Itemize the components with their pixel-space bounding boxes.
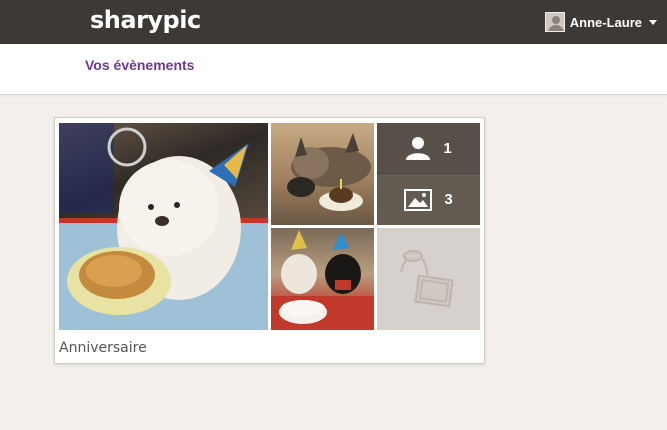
event-title[interactable]: Anniversaire: [59, 340, 147, 356]
user-menu[interactable]: Anne-Laure: [544, 10, 657, 34]
cat-birthday-photo-art: [287, 133, 371, 211]
event-stats: 1 3: [377, 123, 480, 225]
event-card[interactable]: 1 3 Anniversaire: [54, 117, 485, 364]
avatar: [544, 12, 565, 32]
participants-count: 1: [443, 139, 452, 157]
chevron-down-icon[interactable]: [649, 19, 657, 25]
participants-stat: 1: [377, 123, 480, 174]
sub-header: Vos évènements: [0, 44, 667, 95]
user-icon: [406, 137, 431, 160]
dogs-cake-photo-art: [271, 230, 374, 330]
empty-photo-placeholder: [377, 228, 480, 330]
events-link[interactable]: Vos évènements: [85, 57, 194, 73]
dog-birthday-photo-art: [59, 123, 268, 330]
cat-birthday-photo[interactable]: [271, 123, 374, 225]
user-name[interactable]: Anne-Laure: [570, 15, 642, 30]
cherry-photo-icon: [400, 250, 454, 308]
photos-stat: 3: [377, 174, 480, 225]
logo[interactable]: sharypic: [90, 6, 201, 34]
dog-birthday-photo[interactable]: [59, 123, 268, 330]
photos-count: 3: [444, 191, 453, 208]
dogs-cake-photo[interactable]: [271, 228, 374, 330]
image-icon: [404, 188, 433, 211]
top-bar: sharypic Anne-Laure: [0, 0, 667, 44]
